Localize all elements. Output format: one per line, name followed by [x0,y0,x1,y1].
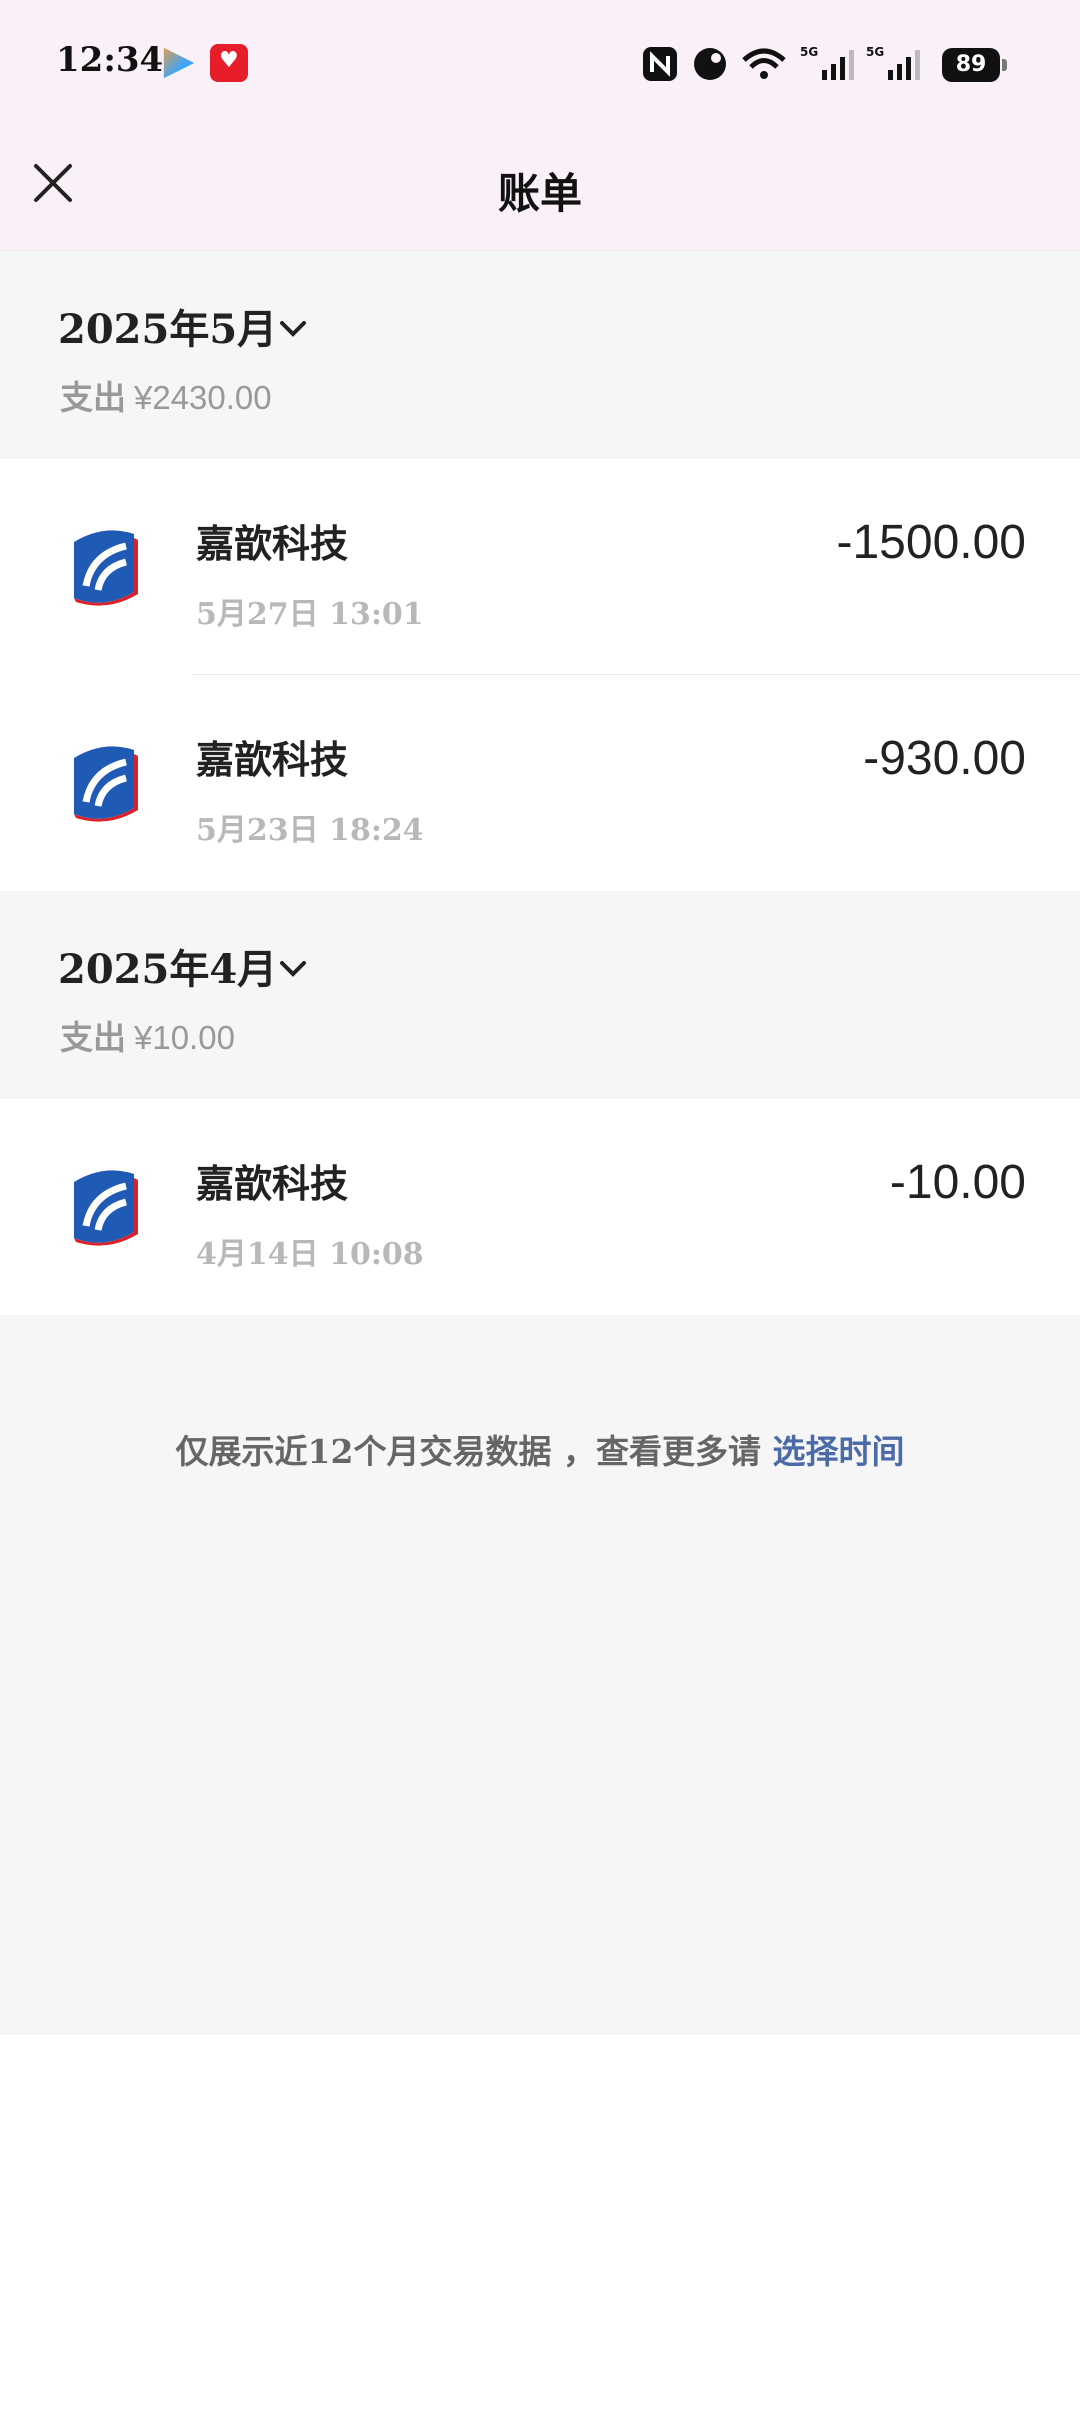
bluetooth-icon [694,48,726,80]
select-time-link[interactable]: 选择时间 [772,1432,904,1471]
transaction-row[interactable]: 嘉歆科技 4月14日 10:08 -10.00 [0,1099,1080,1315]
merchant-name: 嘉歆科技 [196,521,349,566]
signal-5g-icon: 5G [800,45,854,80]
merchant-logo-icon [52,730,156,834]
heart-app-icon [210,44,248,82]
merchant-name: 嘉歆科技 [196,1161,349,1206]
status-bar: 12:34 5G [0,0,1080,130]
merchant-logo-icon [52,514,156,618]
header: 账单 [0,130,1080,251]
month-expense: 支出 ¥10.00 [60,1011,235,1059]
merchant-logo-icon [52,1154,156,1258]
transaction-row[interactable]: 嘉歆科技 5月27日 13:01 -1500.00 [0,459,1080,675]
month-header[interactable]: 2025年5月 支出 ¥2430.00 [0,251,1080,459]
network-label: 5G [866,45,884,59]
signal-5g-icon: 5G [866,45,920,80]
bill-list: 2025年5月 支出 ¥2430.00 嘉歆科技 5月27日 13:01 -150… [0,251,1080,2035]
battery-indicator: 89 [942,48,1007,82]
wifi-icon [742,48,786,79]
footer-area: 仅展示近12个月交易数据 ，查看更多请 选择时间 [0,1315,1080,2035]
transaction-datetime: 4月14日 10:08 [196,1237,424,1272]
expense-amount: ¥2430.00 [134,379,272,416]
video-app-icon [163,47,195,79]
month-title: 2025年4月 [58,946,278,993]
expense-label: 支出 [60,378,126,417]
transaction-amount: -10.00 [889,1156,1026,1209]
footer-note: 仅展示近12个月交易数据 ，查看更多请 选择时间 [0,1425,1080,1473]
transaction-row[interactable]: 嘉歆科技 5月23日 18:24 -930.00 [0,675,1080,891]
transaction-datetime: 5月27日 13:01 [196,597,424,632]
top-area: 12:34 5G [0,0,1080,251]
transaction-datetime: 5月23日 18:24 [196,813,424,848]
transaction-amount: -930.00 [863,732,1026,785]
month-header[interactable]: 2025年4月 支出 ¥10.00 [0,891,1080,1099]
page-title: 账单 [497,169,582,218]
expense-amount: ¥10.00 [134,1019,235,1056]
nfc-icon [643,47,677,81]
month-expense: 支出 ¥2430.00 [60,371,272,419]
status-time: 12:34 [56,40,164,80]
network-label: 5G [800,45,818,59]
bill-page: 12:34 5G [0,0,1080,2414]
transaction-amount: -1500.00 [836,516,1027,569]
footer-note-text: 仅展示近12个月交易数据 ，查看更多请 [175,1432,773,1471]
chevron-down-icon[interactable] [278,313,308,343]
chevron-down-icon[interactable] [278,953,308,983]
merchant-name: 嘉歆科技 [196,737,349,782]
month-title: 2025年5月 [58,306,278,353]
expense-label: 支出 [60,1018,126,1057]
